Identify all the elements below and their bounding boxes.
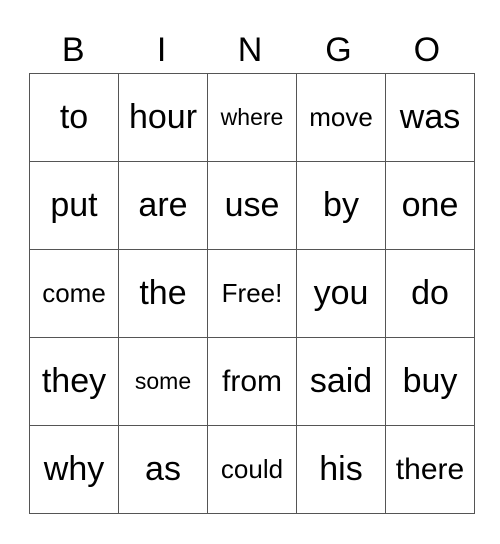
bingo-row: put are use by one <box>29 161 475 250</box>
bingo-header: B I N G O <box>29 28 471 72</box>
bingo-cell[interactable]: why <box>29 425 119 514</box>
bingo-cell[interactable]: to <box>29 73 119 162</box>
bingo-cell[interactable]: there <box>385 425 475 514</box>
bingo-cell[interactable]: from <box>207 337 297 426</box>
bingo-cell[interactable]: where <box>207 73 297 162</box>
bingo-cell[interactable]: are <box>118 161 208 250</box>
bingo-cell[interactable]: do <box>385 249 475 338</box>
free-space-cell[interactable]: Free! <box>207 249 297 338</box>
header-letter-b: B <box>61 31 85 69</box>
bingo-cell[interactable]: put <box>29 161 119 250</box>
bingo-card: to hour where move was put are use by on… <box>29 73 475 514</box>
bingo-row: they some from said buy <box>29 337 475 426</box>
bingo-cell[interactable]: the <box>118 249 208 338</box>
header-letter-i: I <box>156 31 167 69</box>
bingo-cell[interactable]: some <box>118 337 208 426</box>
bingo-cell[interactable]: buy <box>385 337 475 426</box>
bingo-cell[interactable]: hour <box>118 73 208 162</box>
bingo-row: to hour where move was <box>29 73 475 162</box>
bingo-cell[interactable]: come <box>29 249 119 338</box>
bingo-cell[interactable]: you <box>296 249 386 338</box>
bingo-cell[interactable]: was <box>385 73 475 162</box>
bingo-cell[interactable]: move <box>296 73 386 162</box>
bingo-cell[interactable]: his <box>296 425 386 514</box>
bingo-cell[interactable]: as <box>118 425 208 514</box>
bingo-cell[interactable]: by <box>296 161 386 250</box>
header-letter-n: N <box>237 31 263 69</box>
header-letter-o: O <box>413 31 441 69</box>
bingo-cell[interactable]: could <box>207 425 297 514</box>
bingo-cell[interactable]: said <box>296 337 386 426</box>
bingo-row: come the Free! you do <box>29 249 475 338</box>
bingo-cell[interactable]: one <box>385 161 475 250</box>
bingo-row: why as could his there <box>29 425 475 514</box>
bingo-cell[interactable]: they <box>29 337 119 426</box>
header-letter-g: G <box>325 31 352 69</box>
bingo-cell[interactable]: use <box>207 161 297 250</box>
